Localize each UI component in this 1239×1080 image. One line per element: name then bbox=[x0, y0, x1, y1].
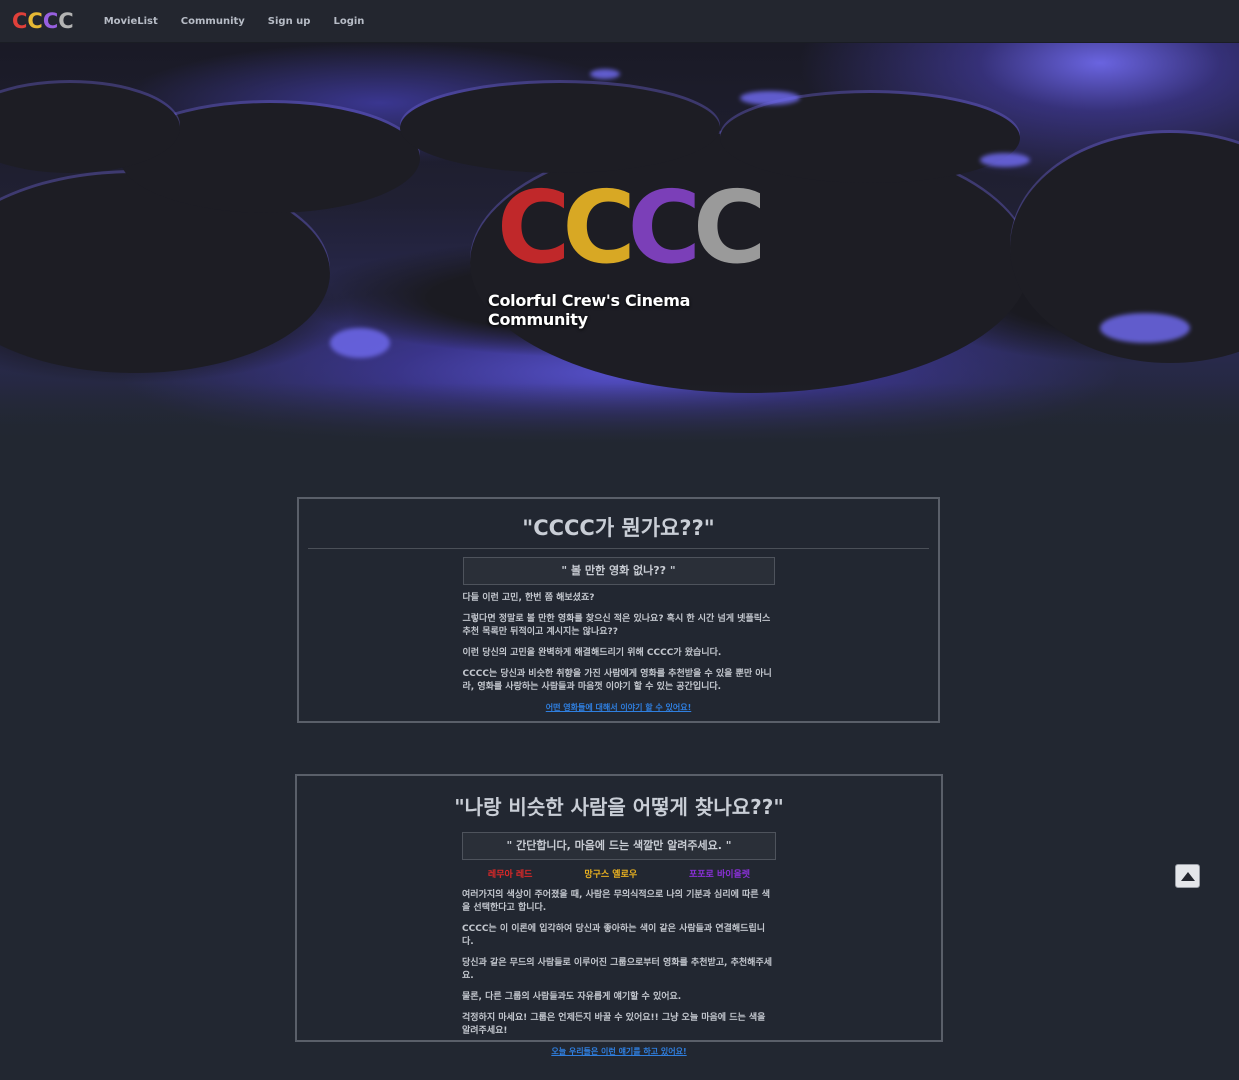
match-paragraph: 당신과 같은 무드의 사람들로 이루어진 그룹으로부터 영화를 추천받고, 추천… bbox=[462, 958, 773, 981]
match-paragraph: CCCC는 이 이론에 입각하여 당신과 좋아하는 색이 같은 사람들과 연결해… bbox=[462, 924, 766, 947]
hero-logo-letter-violet: C bbox=[627, 169, 702, 286]
about-paragraph: 다들 이런 고민, 한번 쯤 해보셨죠? bbox=[462, 593, 595, 603]
about-card-divider bbox=[308, 548, 929, 549]
chevron-up-icon bbox=[1180, 867, 1196, 886]
hero-light-glow bbox=[980, 153, 1030, 167]
logo-letter-red: C bbox=[12, 8, 28, 33]
hero-banner: C C C C Colorful Crew's Cinema Community bbox=[0, 43, 1239, 443]
brand-logo[interactable]: C C C C bbox=[12, 8, 74, 33]
nav-link-signup[interactable]: Sign up bbox=[268, 16, 311, 27]
match-card-body: 레무아 레드 망구스 옐로우 포포로 바이올렛 여러가지의 색상이 주어졌을 때… bbox=[462, 867, 776, 1057]
color-options: 레무아 레드 망구스 옐로우 포포로 바이올렛 bbox=[462, 867, 776, 880]
about-card-title: "CCCC가 뭔가요??" bbox=[522, 516, 715, 540]
color-option-violet[interactable]: 포포로 바이올렛 bbox=[689, 867, 750, 880]
nav-link-community[interactable]: Community bbox=[181, 16, 245, 27]
logo-letter-gray: C bbox=[58, 8, 74, 33]
about-paragraph: 그렇다면 정말로 볼 만한 영화를 찾으신 적은 있나요? 혹시 한 시간 넘게… bbox=[462, 614, 771, 637]
scroll-top-button[interactable] bbox=[1175, 864, 1200, 888]
match-community-link[interactable]: 오늘 우리들은 이런 얘기를 하고 있어요! bbox=[462, 1046, 776, 1057]
color-option-yellow[interactable]: 망구스 옐로우 bbox=[584, 867, 637, 880]
match-paragraph: 여러가지의 색상이 주어졌을 때, 사람은 무의식적으로 나의 기분과 심리에 … bbox=[462, 890, 770, 913]
about-card-subtitle: " 볼 만한 영화 없나?? " bbox=[462, 557, 775, 585]
hero-light-glow bbox=[740, 91, 800, 105]
match-paragraph: 물론, 다른 그룹의 사람들과도 자유롭게 얘기할 수 있어요. bbox=[462, 992, 682, 1002]
hero-fade bbox=[0, 383, 1239, 443]
match-paragraph: 걱정하지 마세요! 그룹은 언제든지 바꿀 수 있어요!! 그냥 오늘 마음에 … bbox=[462, 1013, 766, 1036]
hero-tagline: Colorful Crew's Cinema Community bbox=[488, 291, 691, 329]
about-card: "CCCC가 뭔가요??" " 볼 만한 영화 없나?? " 다들 이런 고민,… bbox=[297, 497, 940, 723]
match-card-title: "나랑 비슷한 사람을 어떻게 찾나요??" bbox=[454, 795, 784, 819]
navbar: C C C C MovieList Community Sign up Logi… bbox=[0, 0, 1239, 43]
hero-logo-letter-red: C bbox=[497, 169, 571, 286]
nav-link-movielist[interactable]: MovieList bbox=[104, 16, 158, 27]
logo-letter-yellow: C bbox=[27, 8, 43, 33]
hero-seat-shape bbox=[400, 83, 720, 173]
about-paragraph: 이런 당신의 고민을 완벽하게 해결해드리기 위해 CCCC가 왔습니다. bbox=[462, 648, 722, 658]
nav-link-login[interactable]: Login bbox=[333, 16, 364, 27]
hero-light-glow bbox=[1100, 313, 1190, 343]
about-card-body: 다들 이런 고민, 한번 쯤 해보셨죠? 그렇다면 정말로 볼 만한 영화를 찾… bbox=[463, 592, 775, 713]
logo-letter-violet: C bbox=[42, 8, 59, 33]
hero-logo: C C C C bbox=[497, 169, 767, 286]
hero-logo-letter-yellow: C bbox=[562, 169, 636, 286]
about-movies-link[interactable]: 어떤 영화들에 대해서 이야기 할 수 있어요! bbox=[463, 702, 775, 713]
about-paragraph: CCCC는 당신과 비슷한 취향을 가진 사람에게 영화를 추천받을 수 있을 … bbox=[462, 669, 772, 692]
hero-light-glow bbox=[590, 69, 620, 79]
match-card: "나랑 비슷한 사람을 어떻게 찾나요??" " 간단합니다, 마음에 드는 색… bbox=[295, 774, 943, 1056]
color-option-red[interactable]: 레무아 레드 bbox=[488, 867, 533, 880]
match-card-subtitle: " 간단합니다, 마음에 드는 색깔만 알려주세요. " bbox=[462, 832, 776, 860]
hero-light-glow bbox=[330, 328, 390, 358]
hero-logo-letter-gray: C bbox=[692, 169, 767, 286]
